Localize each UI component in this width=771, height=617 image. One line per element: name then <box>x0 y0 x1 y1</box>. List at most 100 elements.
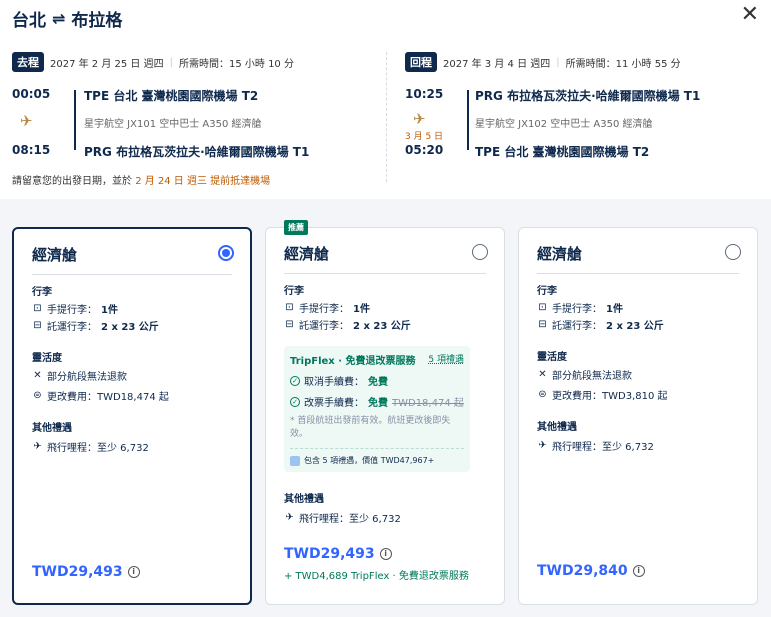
refund-text: 部分航段無法退款 <box>47 372 127 383</box>
tripflex-note: * 首段航班出發前有效。航班更改後即失效。 <box>290 416 451 439</box>
change-value: 免費 <box>368 398 388 409</box>
tripflex-addon: + TWD4,689 TripFlex · 免費退改票服務 <box>284 571 469 582</box>
return-segment: 回程 2027 年 3 月 4 日 週四 | 所需時間：11 小時 55 分 1… <box>405 52 765 197</box>
info-icon[interactable]: i <box>379 548 392 560</box>
fare-card-2[interactable]: 推薦 經濟艙 行李 ⊡ 手提行李： 1件 ⊟ 託運行李： 2 x 23 公斤 Tri… <box>265 220 505 605</box>
miles-text: 飛行哩程：至少 6,732 <box>552 442 654 453</box>
plane-icon: ✈ <box>538 440 547 451</box>
outbound-duration: 所需時間：15 小時 10 分 <box>178 58 294 70</box>
miles-item: ✈ 飛行哩程：至少 6,732 <box>32 439 149 454</box>
info-icon[interactable]: i <box>127 566 140 578</box>
departure-notice: 請留意您的出發日期，並於 2 月 24 日 週三 提前抵達機場 <box>12 172 270 187</box>
miles-text: 飛行哩程：至少 6,732 <box>299 514 401 525</box>
change-fee-row: ✓ 改票手續費： 免費 TWD18,474 起 <box>290 394 464 409</box>
starlux-logo-icon: ✈ <box>20 112 33 130</box>
flexibility-title: 靈活度 <box>32 353 62 364</box>
tripflex-title: TripFlex · 免費退改票服務 <box>290 356 416 367</box>
checked-item: ⊟ 託運行李： 2 x 23 公斤 <box>32 318 159 333</box>
cross-icon: ✕ <box>538 369 547 380</box>
notice-highlight: 2 月 24 日 週三 提前抵達機場 <box>135 176 271 187</box>
checked-label: 託運行李： <box>552 321 602 332</box>
divider <box>32 274 232 275</box>
timeline-line <box>467 90 469 150</box>
tripflex-header: TripFlex · 免費退改票服務 5 項禮遇 <box>290 352 464 367</box>
change-label: 改票手續費： <box>304 398 364 409</box>
next-day-label: 3 月 5 日 <box>405 132 444 142</box>
fare-card-1[interactable]: 經濟艙 行李 ⊡ 手提行李： 1件 ⊟ 託運行李： 2 x 23 公斤 靈活度 ✕ … <box>12 227 252 605</box>
return-flight-info: 星宇航空 JX102 空中巴士 A350 經濟艙 <box>475 119 653 130</box>
change-old-price: TWD18,474 起 <box>392 398 464 409</box>
carry-on-item: ⊡ 手提行李： 1件 <box>537 300 623 315</box>
fare-price: TWD29,493 i <box>32 564 140 580</box>
checked-value: 2 x 23 公斤 <box>353 321 411 332</box>
notice-text: 請留意您的出發日期，並於 <box>12 176 132 187</box>
check-circle-icon: ✓ <box>290 375 300 386</box>
outbound-date: 2027 年 2 月 25 日 週四 <box>50 58 164 70</box>
change-item: ⊜ 更改費用：TWD3,810 起 <box>537 387 668 402</box>
segment-divider <box>386 52 387 182</box>
outbound-arr-time: 08:15 <box>12 143 51 157</box>
exchange-icon: ⊜ <box>538 389 547 400</box>
return-duration: 所需時間：11 小時 55 分 <box>565 58 681 70</box>
outbound-dep-airport: TPE 台北 臺灣桃園國際機場 T2 <box>84 89 259 103</box>
dialog-header: 台北 ⇌ 布拉格 ✕ <box>0 0 771 40</box>
checked-value: 2 x 23 公斤 <box>606 321 664 332</box>
cancel-value: 免費 <box>368 377 388 388</box>
cabin-name: 經濟艙 <box>284 245 330 263</box>
checked-value: 2 x 23 公斤 <box>101 322 159 333</box>
fare-radio[interactable] <box>472 244 488 260</box>
luggage-icon: ⊡ <box>285 302 294 313</box>
fare-price: TWD29,840 i <box>537 563 645 579</box>
divider <box>284 273 486 274</box>
check-circle-icon: ✓ <box>290 396 300 407</box>
tripflex-box: TripFlex · 免費退改票服務 5 項禮遇 ✓ 取消手續費： 免費 ✓ 改… <box>284 346 470 472</box>
refund-text: 部分航段無法退款 <box>552 371 632 382</box>
return-arr-airport: TPE 台北 臺灣桃園國際機場 T2 <box>475 145 650 159</box>
timeline-line <box>74 90 76 150</box>
separator: | <box>556 56 560 68</box>
outbound-badge: 去程 <box>12 52 44 72</box>
fare-card-3[interactable]: 經濟艙 行李 ⊡ 手提行李： 1件 ⊟ 託運行李： 2 x 23 公斤 靈活度 ✕ … <box>518 227 758 605</box>
perks-value: 包含 5 項禮遇，價值 TWD47,967+ <box>304 456 435 465</box>
plane-icon: ✈ <box>285 512 294 523</box>
checked-item: ⊟ 託運行李： 2 x 23 公斤 <box>284 317 411 332</box>
return-date: 2027 年 3 月 4 日 週四 <box>443 58 551 70</box>
fare-radio[interactable] <box>725 244 741 260</box>
swap-icon: ⇌ <box>52 9 66 28</box>
return-header: 回程 2027 年 3 月 4 日 週四 | 所需時間：11 小時 55 分 <box>405 52 765 72</box>
outbound-dep-time: 00:05 <box>12 87 51 101</box>
cancel-fee-row: ✓ 取消手續費： 免費 <box>290 373 464 388</box>
exchange-icon: ⊜ <box>33 390 42 401</box>
gift-icon <box>290 455 300 466</box>
checked-label: 託運行李： <box>299 321 349 332</box>
info-icon[interactable]: i <box>632 565 645 577</box>
route-title: 台北 ⇌ 布拉格 <box>12 6 122 31</box>
other-title: 其他禮遇 <box>284 494 324 505</box>
cancel-label: 取消手續費： <box>304 377 364 388</box>
price-value: TWD29,840 <box>537 563 628 579</box>
return-arr-time: 05:20 <box>405 143 444 157</box>
other-title: 其他禮遇 <box>32 423 72 434</box>
cabin-name: 經濟艙 <box>537 245 583 263</box>
luggage-icon: ⊡ <box>33 303 42 314</box>
baggage-title: 行李 <box>284 286 304 297</box>
carry-on-item: ⊡ 手提行李： 1件 <box>32 301 118 316</box>
change-item: ⊜ 更改費用：TWD18,474 起 <box>32 388 169 403</box>
outbound-flight-info: 星宇航空 JX101 空中巴士 A350 經濟艙 <box>84 119 262 130</box>
baggage-title: 行李 <box>537 286 557 297</box>
change-text: 更改費用：TWD3,810 起 <box>552 391 668 402</box>
suitcase-icon: ⊟ <box>33 320 42 331</box>
fare-radio-selected[interactable] <box>218 245 234 261</box>
cross-icon: ✕ <box>33 370 42 381</box>
luggage-icon: ⊡ <box>538 302 547 313</box>
outbound-arr-airport: PRG 布拉格瓦茨拉夫·哈維爾國際機場 T1 <box>84 145 310 159</box>
outbound-header: 去程 2027 年 2 月 25 日 週四 | 所需時間：15 小時 10 分 <box>12 52 372 72</box>
close-icon[interactable]: ✕ <box>741 4 759 26</box>
carry-on-value: 1件 <box>101 305 118 316</box>
cabin-name: 經濟艙 <box>32 246 78 264</box>
carry-on-label: 手提行李： <box>47 305 97 316</box>
tripflex-perks-link[interactable]: 5 項禮遇 <box>428 352 464 367</box>
separator: | <box>169 56 173 68</box>
fare-price: TWD29,493 i <box>284 546 392 562</box>
destination-city: 布拉格 <box>71 11 123 31</box>
